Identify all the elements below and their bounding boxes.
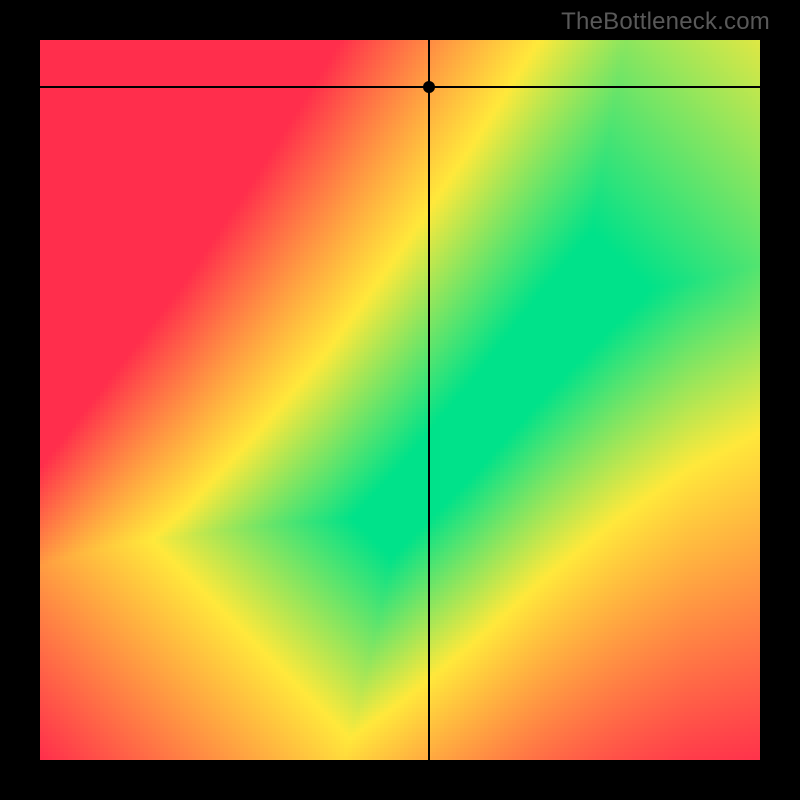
chart-frame: TheBottleneck.com <box>0 0 800 800</box>
heatmap-plot <box>40 40 760 760</box>
watermark-text: TheBottleneck.com <box>561 8 770 36</box>
heatmap-canvas <box>40 40 760 760</box>
crosshair-vertical <box>428 40 430 760</box>
marker-dot <box>423 81 435 93</box>
crosshair-horizontal <box>40 86 760 88</box>
